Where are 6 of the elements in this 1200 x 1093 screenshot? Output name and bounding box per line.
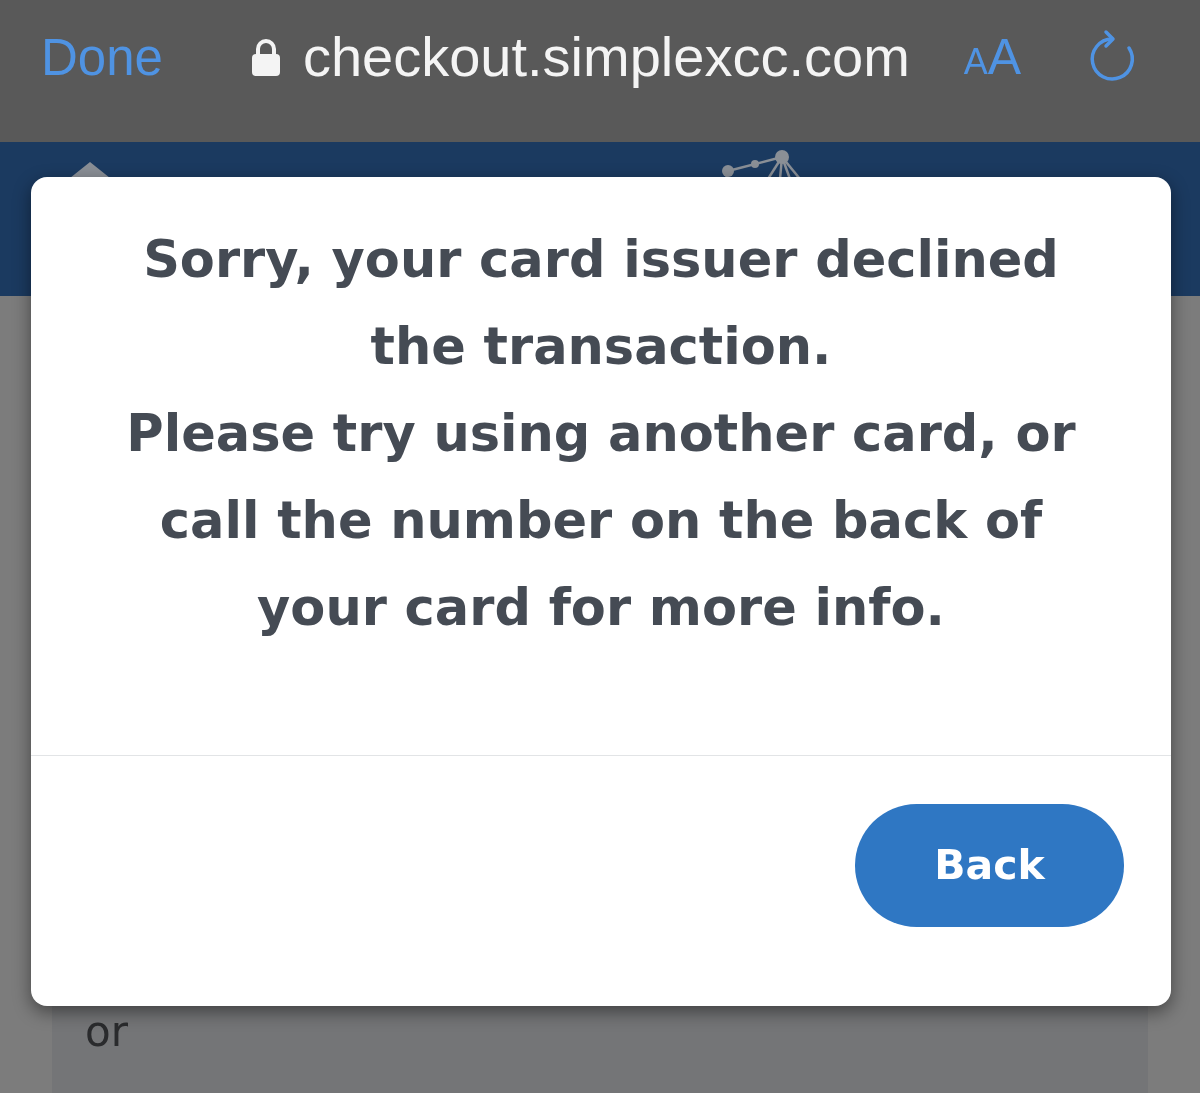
network-icon [720, 149, 802, 179]
dialog-message: Sorry, your card issuer declined the transaction. [142, 229, 1060, 378]
lock-icon [250, 38, 281, 76]
or-text: or [85, 1011, 129, 1053]
dialog-message: Please try using another card, or call the number on the back of your card for more info. [125, 403, 1077, 639]
back-button[interactable]: Back [855, 804, 1124, 927]
